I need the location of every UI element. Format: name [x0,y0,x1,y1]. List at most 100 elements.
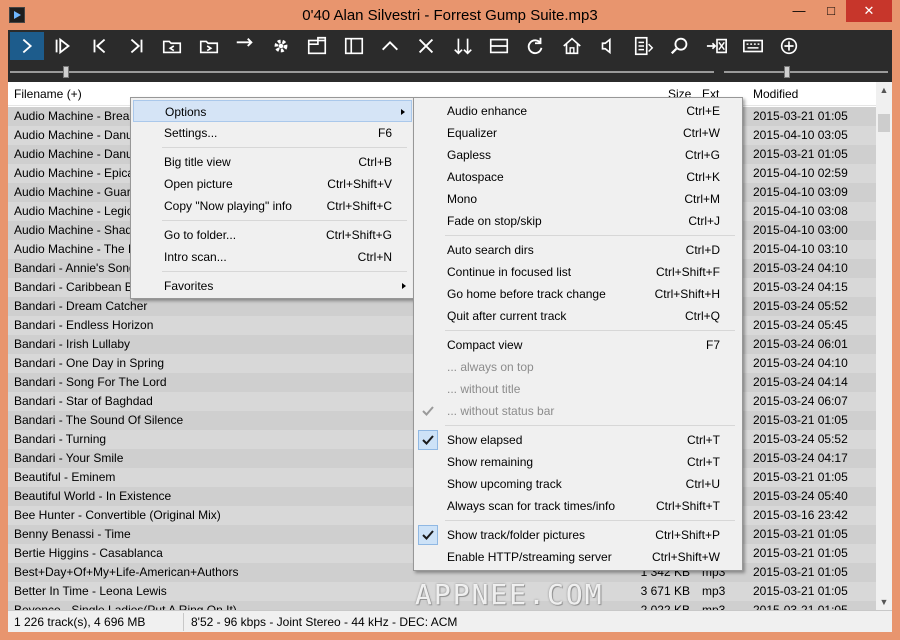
add-circle-button[interactable] [772,32,806,60]
submenu-arrow-icon [402,283,406,289]
menu-item-fade-on-stop-skip[interactable]: Fade on stop/skip Ctrl+J [416,210,740,232]
menu-item-label: Settings... [164,126,218,140]
menu-item-label: Show track/folder pictures [447,528,586,542]
volume-icon [601,37,611,55]
title-bar[interactable]: 0'40 Alan Silvestri - Forrest Gump Suite… [0,0,900,30]
scroll-down-icon[interactable]: ▼ [876,594,892,610]
menu-item-show-elapsed[interactable]: Show elapsed Ctrl+T [416,429,740,451]
seek-bar[interactable] [8,62,892,82]
file-modified: 2015-03-21 01:05 [753,413,848,427]
menu-item-label: Continue in focused list [447,265,572,279]
file-info-button[interactable] [627,32,661,60]
menu-item-auto-search-dirs[interactable]: Auto search dirs Ctrl+D [416,239,740,261]
column-modified[interactable]: Modified [753,87,798,101]
vertical-scrollbar[interactable]: ▲ ▼ [876,82,892,610]
menu-item-mono[interactable]: Mono Ctrl+M [416,188,740,210]
arrow-right-button[interactable] [228,32,262,60]
position-slider-thumb[interactable] [63,66,69,78]
close-x-button[interactable] [409,32,443,60]
menu-shortcut: Ctrl+Shift+H [654,287,720,301]
file-modified: 2015-03-24 04:10 [753,261,848,275]
next-button[interactable] [119,32,153,60]
minimize-button[interactable]: — [784,0,814,22]
menu-item-big-title-view[interactable]: Big title view Ctrl+B [133,151,412,173]
options-submenu: Audio enhance Ctrl+E Equalizer Ctrl+W Gaples… [413,97,743,571]
settings-gear-button[interactable] [264,32,298,60]
menu-item-copy-now-playing-info[interactable]: Copy "Now playing" info Ctrl+Shift+C [133,195,412,217]
refresh-button[interactable] [518,32,552,60]
file-name: Audio Machine - Danu [14,128,133,142]
file-name: Beautiful - Eminem [14,470,116,484]
position-track[interactable] [10,71,714,73]
file-name: Bandari - Caribbean B [14,280,133,294]
file-name: Bandari - Song For The Lord [14,375,167,389]
menu-item-audio-enhance[interactable]: Audio enhance Ctrl+E [416,100,740,122]
previous-button[interactable] [83,32,117,60]
file-name: Audio Machine - The I [14,242,132,256]
menu-item-enable-http-streaming-server[interactable]: Enable HTTP/streaming server Ctrl+Shift+W [416,546,740,568]
menu-item-show-upcoming-track[interactable]: Show upcoming track Ctrl+U [416,473,740,495]
menu-item-label: Copy "Now playing" info [164,199,292,213]
panel-button[interactable] [337,32,371,60]
sort-icon [453,38,472,55]
search-zoom-icon [671,37,688,55]
menu-item-compact-view[interactable]: Compact view F7 [416,334,740,356]
menu-item-gapless[interactable]: Gapless Ctrl+G [416,144,740,166]
move-to-button[interactable] [700,32,734,60]
home-button[interactable] [555,32,589,60]
menu-shortcut: Ctrl+T [687,455,720,469]
menu-item-settings[interactable]: Settings... F6 [133,122,412,144]
menu-item-quit-after-current-track[interactable]: Quit after current track Ctrl+Q [416,305,740,327]
window-layout-icon [308,36,327,55]
maximize-button[interactable]: □ [816,0,846,22]
menu-item-label: Options [165,105,207,119]
menu-item-options[interactable]: Options [133,100,412,122]
menu-item-always-scan-for-track-times-info[interactable]: Always scan for track times/info Ctrl+Shi… [416,495,740,517]
volume-button[interactable] [591,32,625,60]
menu-item-equalizer[interactable]: Equalizer Ctrl+W [416,122,740,144]
folder-back-button[interactable] [155,32,189,60]
play-button[interactable] [10,32,44,60]
column-filename[interactable]: Filename (+) [14,87,82,101]
menu-item-label: Auto search dirs [447,243,534,257]
file-name: Bandari - Star of Baghdad [14,394,153,408]
file-info-icon [635,36,654,56]
up-caret-icon [382,41,398,51]
file-modified: 2015-04-10 03:05 [753,128,848,142]
menu-item-show-remaining[interactable]: Show remaining Ctrl+T [416,451,740,473]
app-window: 0'40 Alan Silvestri - Forrest Gump Suite… [0,0,900,640]
status-audio-info: 8'52 - 96 kbps - Joint Stereo - 44 kHz -… [191,615,458,629]
window-layout-button[interactable] [300,32,334,60]
menu-item-label: ... without status bar [447,404,555,418]
scrollbar-thumb[interactable] [878,114,890,132]
menu-item-label: Gapless [447,148,492,162]
close-button[interactable]: ✕ [846,0,892,22]
menu-item-go-home-before-track-change[interactable]: Go home before track change Ctrl+Shift+H [416,283,740,305]
menu-item-continue-in-focused-list[interactable]: Continue in focused list Ctrl+Shift+F [416,261,740,283]
volume-slider-thumb[interactable] [784,66,790,78]
search-zoom-button[interactable] [663,32,697,60]
menu-item-label: ... without title [447,382,521,396]
file-modified: 2015-03-21 01:05 [753,584,848,598]
menu-separator [445,425,735,426]
menu-item-show-track-folder-pictures[interactable]: Show track/folder pictures Ctrl+Shift+P [416,524,740,546]
menu-item-open-picture[interactable]: Open picture Ctrl+Shift+V [133,173,412,195]
scroll-up-icon[interactable]: ▲ [876,82,892,98]
menu-item-autospace[interactable]: Autospace Ctrl+K [416,166,740,188]
sort-button[interactable] [446,32,480,60]
folder-forward-button[interactable] [192,32,226,60]
menu-item-without-status-bar: ... without status bar [416,400,740,422]
menu-item-label: Enable HTTP/streaming server [447,550,612,564]
menu-item-intro-scan[interactable]: Intro scan... Ctrl+N [133,246,412,268]
menu-item-go-to-folder[interactable]: Go to folder... Ctrl+Shift+G [133,224,412,246]
volume-track[interactable] [724,71,888,73]
play-pause-button[interactable] [46,32,80,60]
file-modified: 2015-03-21 01:05 [753,565,848,579]
up-caret-button[interactable] [373,32,407,60]
keyboard-button[interactable] [736,32,770,60]
equal-split-button[interactable] [482,32,516,60]
menu-item-favorites[interactable]: Favorites [133,275,412,297]
menu-item-label: Autospace [447,170,504,184]
keyboard-icon [743,39,763,53]
file-modified: 2015-03-24 04:15 [753,280,848,294]
